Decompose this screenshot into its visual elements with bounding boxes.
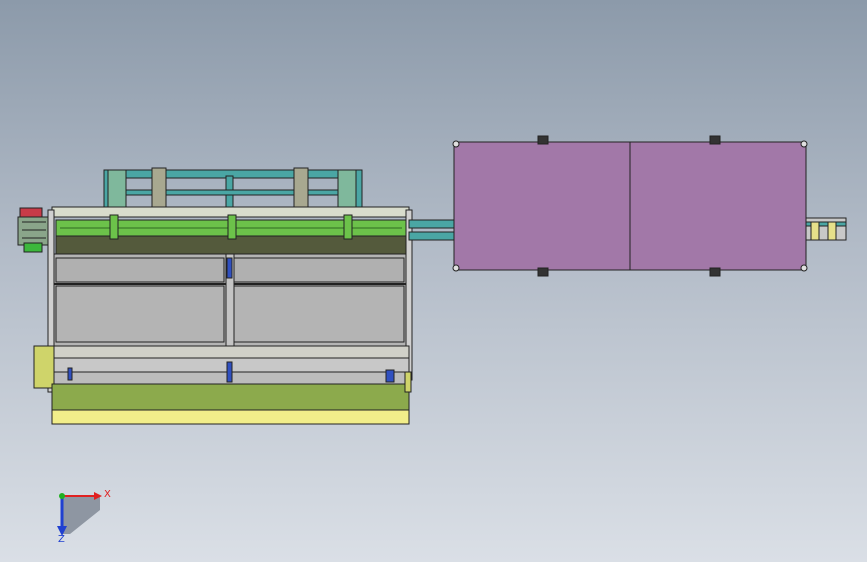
base-left-block [33, 345, 55, 389]
machine-top-view-model[interactable]: X Z [0, 0, 867, 562]
y-axis-dot [59, 493, 65, 499]
blue-marker-bottom [226, 361, 233, 383]
clamp-1 [107, 169, 127, 211]
right-feeder-unit [805, 217, 847, 241]
base-yellow-plate [51, 409, 410, 425]
motor-red-cap [19, 207, 43, 218]
x-axis-label: X [104, 489, 111, 500]
base-olive-plate [51, 383, 410, 411]
transfer-conveyor [408, 219, 458, 241]
triad-shadow [62, 496, 100, 534]
clamp-4 [337, 169, 357, 211]
clamp-3 [293, 167, 309, 213]
purple-enclosure [452, 135, 808, 277]
conveyor-assembly [51, 206, 410, 255]
motor-green-base [23, 242, 43, 253]
frame-cross-rail [110, 189, 356, 196]
motor-body [17, 216, 51, 246]
blue-marker-top [226, 257, 233, 279]
z-axis-label: Z [58, 534, 65, 545]
cad-3d-viewport[interactable]: X Z [0, 0, 867, 562]
top-support-frame [103, 167, 363, 213]
clamp-2 [151, 167, 167, 213]
lower-rail-section [51, 345, 410, 385]
drive-motor-left [17, 207, 51, 253]
axis-triad: X Z [57, 489, 111, 545]
